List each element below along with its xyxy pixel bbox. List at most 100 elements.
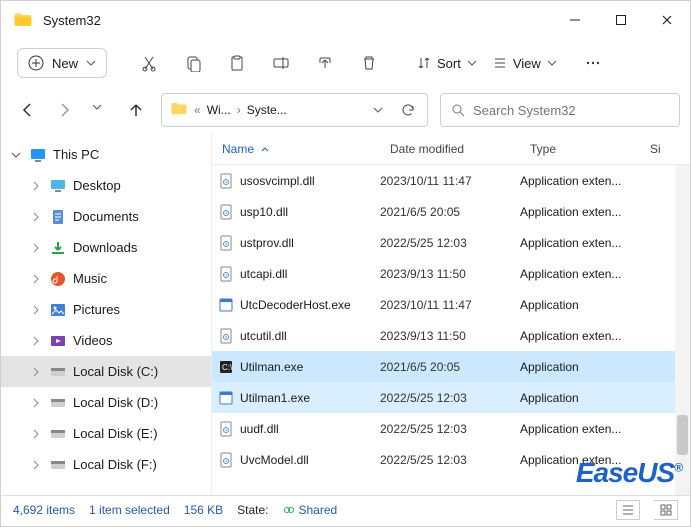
file-date: 2023/9/13 11:50	[380, 329, 520, 343]
file-icon	[212, 390, 240, 406]
up-button[interactable]	[119, 93, 153, 127]
thumbnails-view-button[interactable]	[654, 500, 678, 520]
chevron-right-icon[interactable]	[29, 429, 43, 439]
file-type: Application exten...	[520, 205, 640, 219]
back-button[interactable]	[11, 93, 45, 127]
column-size[interactable]: Si	[640, 142, 680, 156]
file-name: utcutil.dll	[240, 329, 380, 343]
chevron-right-icon[interactable]	[29, 305, 43, 315]
sort-button[interactable]: Sort	[411, 56, 483, 71]
rename-button[interactable]	[261, 45, 301, 81]
forward-button[interactable]	[47, 93, 81, 127]
search-box[interactable]	[440, 93, 680, 127]
tree-item[interactable]: Documents	[1, 201, 211, 232]
refresh-button[interactable]	[393, 95, 423, 125]
file-row[interactable]: UtcDecoderHost.exe2023/10/11 11:47Applic…	[212, 289, 690, 320]
delete-button[interactable]	[349, 45, 389, 81]
close-button[interactable]	[644, 4, 690, 36]
file-row[interactable]: uudf.dll2022/5/25 12:03Application exten…	[212, 413, 690, 444]
file-list: Name Date modified Type Si usosvcimpl.dl…	[211, 133, 690, 495]
tree-label: Pictures	[73, 302, 120, 317]
tree-item[interactable]: Desktop	[1, 170, 211, 201]
search-input[interactable]	[473, 103, 669, 118]
scrollbar[interactable]	[675, 165, 690, 495]
state-value: Shared	[283, 503, 338, 517]
chevron-right-icon: ›	[235, 103, 243, 117]
file-row[interactable]: utcapi.dll2023/9/13 11:50Application ext…	[212, 258, 690, 289]
tree-item[interactable]: Local Disk (F:)	[1, 449, 211, 480]
address-bar[interactable]: « Wi... › Syste...	[161, 93, 428, 127]
file-row[interactable]: UvcModel.dll2022/5/25 12:03Application e…	[212, 444, 690, 475]
maximize-button[interactable]	[598, 4, 644, 36]
tree-label: Local Disk (C:)	[73, 364, 158, 379]
disk-icon	[49, 395, 67, 411]
chevron-right-icon[interactable]	[29, 181, 43, 191]
state-label: State:	[237, 503, 268, 517]
tree-item[interactable]: Local Disk (C:)	[1, 356, 211, 387]
column-name[interactable]: Name	[212, 142, 380, 156]
minimize-button[interactable]	[552, 4, 598, 36]
file-icon	[212, 297, 240, 313]
chevron-down-icon[interactable]	[9, 150, 23, 160]
chevron-right-icon[interactable]	[29, 274, 43, 284]
file-row[interactable]: ustprov.dll2022/5/25 12:03Application ex…	[212, 227, 690, 258]
details-view-button[interactable]	[616, 500, 640, 520]
cut-button[interactable]	[129, 45, 169, 81]
tree-label: Local Disk (F:)	[73, 457, 157, 472]
chevron-right-icon[interactable]	[29, 460, 43, 470]
tree-label: Downloads	[73, 240, 137, 255]
column-type[interactable]: Type	[520, 142, 640, 156]
file-row[interactable]: utcutil.dll2023/9/13 11:50Application ex…	[212, 320, 690, 351]
address-dropdown-button[interactable]	[363, 95, 393, 125]
column-headers: Name Date modified Type Si	[212, 133, 690, 165]
chevron-right-icon[interactable]	[29, 367, 43, 377]
view-button[interactable]: View	[487, 56, 563, 71]
file-date: 2022/5/25 12:03	[380, 236, 520, 250]
file-type: Application	[520, 360, 640, 374]
file-icon	[212, 266, 240, 282]
tree-item[interactable]: Local Disk (D:)	[1, 387, 211, 418]
more-button[interactable]	[573, 45, 613, 81]
svg-text:C:\: C:\	[222, 363, 233, 372]
chevron-down-icon	[467, 58, 477, 68]
tree-item[interactable]: Pictures	[1, 294, 211, 325]
chevron-right-icon[interactable]	[29, 398, 43, 408]
copy-button[interactable]	[173, 45, 213, 81]
tree-item[interactable]: Downloads	[1, 232, 211, 263]
search-icon	[451, 103, 465, 117]
tree-label: Documents	[73, 209, 139, 224]
file-row[interactable]: usp10.dll2021/6/5 20:05Application exten…	[212, 196, 690, 227]
recent-button[interactable]	[83, 93, 117, 127]
desktop-icon	[49, 178, 67, 194]
breadcrumb-seg[interactable]: Wi...	[203, 103, 235, 117]
chevron-left-icon[interactable]: «	[192, 103, 203, 117]
share-button[interactable]	[305, 45, 345, 81]
tree-item[interactable]: Music	[1, 263, 211, 294]
chevron-right-icon[interactable]	[29, 336, 43, 346]
selection-count: 1 item selected	[89, 503, 170, 517]
chevron-right-icon[interactable]	[29, 212, 43, 222]
file-row[interactable]: C:\Utilman.exe2021/6/5 20:05Application	[212, 351, 690, 382]
file-name: uudf.dll	[240, 422, 380, 436]
file-row[interactable]: usosvcimpl.dll2023/10/11 11:47Applicatio…	[212, 165, 690, 196]
paste-button[interactable]	[217, 45, 257, 81]
chevron-down-icon	[547, 58, 557, 68]
folder-icon	[170, 100, 188, 121]
tree-item[interactable]: Videos	[1, 325, 211, 356]
scrollbar-thumb[interactable]	[677, 415, 688, 455]
disk-icon	[49, 364, 67, 380]
new-label: New	[52, 56, 78, 71]
column-date[interactable]: Date modified	[380, 142, 520, 156]
tree-item[interactable]: Local Disk (E:)	[1, 418, 211, 449]
file-icon	[212, 173, 240, 189]
tree-item-this-pc[interactable]: This PC	[1, 139, 211, 170]
breadcrumb-seg[interactable]: Syste...	[243, 103, 291, 117]
sort-asc-icon	[260, 144, 270, 154]
status-bar: 4,692 items 1 item selected 156 KB State…	[1, 495, 690, 523]
file-row[interactable]: Utilman1.exe2022/5/25 12:03Application	[212, 382, 690, 413]
navigation-tree: This PC Desktop Documents Downloads Music Pi…	[1, 133, 211, 495]
file-date: 2022/5/25 12:03	[380, 453, 520, 467]
chevron-right-icon[interactable]	[29, 243, 43, 253]
tree-label: Local Disk (E:)	[73, 426, 158, 441]
new-button[interactable]: New	[17, 48, 107, 78]
